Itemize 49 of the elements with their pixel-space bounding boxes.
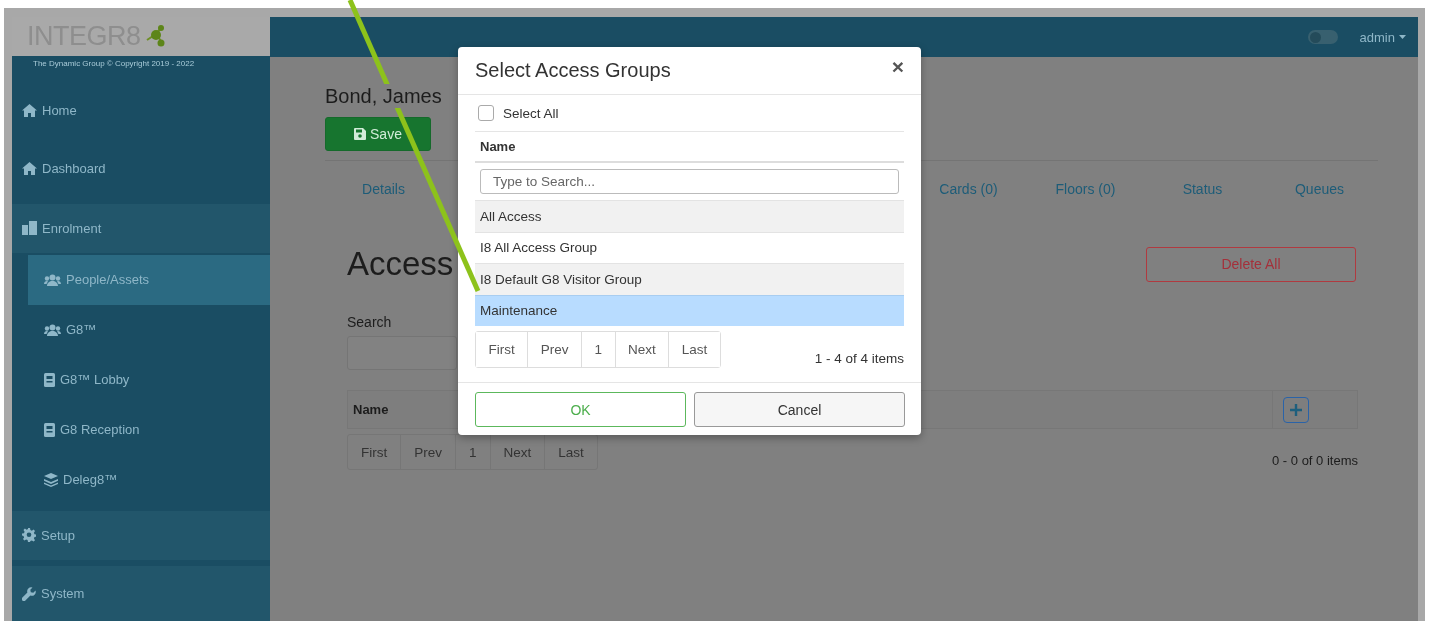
- settings-icon: [22, 528, 36, 543]
- toggle-switch[interactable]: [1307, 30, 1338, 44]
- nav-subitem[interactable]: G8™: [28, 304, 270, 355]
- search-label: Search: [347, 314, 392, 330]
- building-icon: [22, 221, 37, 236]
- id-badge-icon: [44, 422, 55, 437]
- save-button[interactable]: Save: [325, 117, 431, 151]
- nav-item[interactable]: Home: [12, 81, 270, 140]
- nav-subitem[interactable]: G8™ Lobby: [28, 354, 270, 405]
- users-icon: [44, 323, 61, 336]
- section-heading: Access: [347, 244, 454, 284]
- nav-group[interactable]: System: [12, 566, 270, 621]
- item-count: 1 - 4 of 4 items: [814, 351, 904, 366]
- save-icon: [354, 128, 367, 140]
- add-button[interactable]: [1283, 396, 1309, 423]
- checkbox[interactable]: [478, 105, 494, 121]
- wrench-icon: [22, 586, 36, 601]
- layers-icon: [44, 472, 58, 487]
- nav-subitem[interactable]: Deleg8™: [28, 454, 270, 505]
- person-name: Bond, James: [325, 84, 442, 108]
- search-field[interactable]: [347, 336, 457, 370]
- ok-button[interactable]: OK: [475, 392, 686, 427]
- nav-group[interactable]: Setup: [12, 510, 270, 561]
- caret-icon: [1399, 35, 1406, 39]
- user-menu[interactable]: admin: [1359, 29, 1406, 45]
- home-icon: [22, 104, 37, 118]
- copyright-text: The Dynamic Group © Copyright 2019 - 2022: [33, 59, 195, 69]
- list-row[interactable]: Maintenance: [475, 294, 904, 326]
- nav-group[interactable]: Enrolment: [12, 203, 270, 253]
- item-count: 0 - 0 of 0 items: [1272, 453, 1358, 468]
- plus-icon: [1289, 402, 1303, 417]
- column-header: Name: [353, 402, 389, 417]
- list-row[interactable]: All Access: [475, 200, 904, 232]
- cancel-button[interactable]: Cancel: [694, 392, 905, 427]
- close-button[interactable]: ×: [891, 54, 904, 79]
- nav-subitem[interactable]: G8 Reception: [28, 404, 270, 455]
- checkbox-label: Select All: [503, 105, 559, 121]
- list-row[interactable]: I8 Default G8 Visitor Group: [475, 263, 904, 295]
- column-header: Name: [480, 139, 516, 154]
- pager-button[interactable]: Prev: [400, 435, 455, 469]
- dialog-title: Select Access Groups: [475, 58, 671, 82]
- nav-subitem[interactable]: People/Assets: [28, 254, 270, 305]
- id-badge-icon: [44, 372, 55, 387]
- search-field[interactable]: Type to Search...: [480, 169, 899, 194]
- pager-button[interactable]: First: [348, 435, 401, 469]
- pager-button[interactable]: Last: [668, 332, 720, 367]
- home-icon: [22, 162, 37, 176]
- nav-item[interactable]: Dashboard: [12, 139, 270, 198]
- users-icon: [44, 273, 61, 286]
